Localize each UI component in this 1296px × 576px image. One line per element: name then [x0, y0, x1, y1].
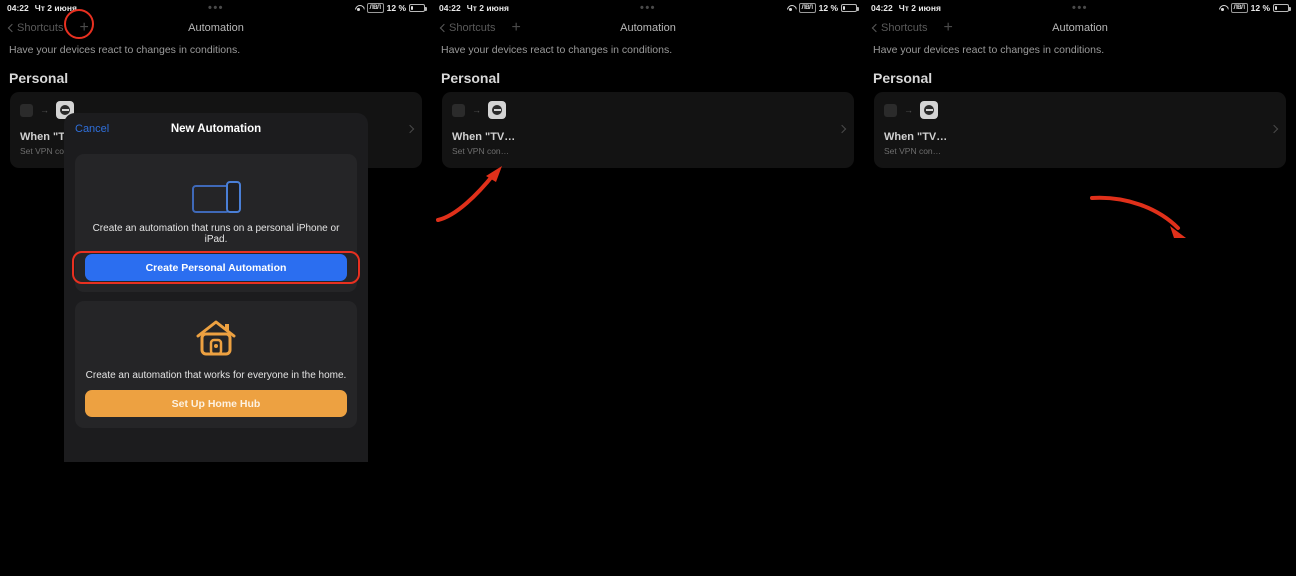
panel-step-3: 04:22 Чт 2 июня ••• ЛВЛ 12 % Shortcuts +…	[864, 0, 1296, 470]
automation-card-icons: →	[452, 101, 844, 119]
home-automation-description: Create an automation that works for ever…	[85, 370, 347, 381]
wifi-icon	[354, 4, 364, 12]
app-icon	[20, 104, 33, 117]
page-subtitle: Have your devices react to changes in co…	[0, 40, 432, 56]
wifi-icon	[1218, 4, 1228, 12]
automation-card-title: When "TV…	[884, 131, 1276, 143]
set-up-home-hub-button[interactable]: Set Up Home Hub	[85, 390, 347, 417]
sheet-title: New Automation	[64, 123, 368, 135]
arrow-right-icon: →	[904, 105, 913, 115]
ipad-icon	[192, 185, 230, 213]
arrow-right-icon: →	[40, 105, 49, 115]
nav-bar: Shortcuts + Automation	[864, 16, 1296, 40]
chevron-left-icon	[872, 24, 880, 32]
automation-card-subtitle: Set VPN con…	[452, 146, 844, 156]
section-title-personal: Personal	[864, 56, 1296, 92]
battery-percent: 12 %	[1251, 3, 1270, 13]
status-bar: 04:22 Чт 2 июня ••• ЛВЛ 12 %	[432, 0, 864, 16]
app-icon	[452, 104, 465, 117]
status-bar-right: ЛВЛ 12 %	[786, 3, 857, 13]
status-bar: 04:22 Чт 2 июня ••• ЛВЛ 12 %	[864, 0, 1296, 16]
lock-badge-icon: ЛВЛ	[799, 3, 816, 13]
back-label: Shortcuts	[449, 22, 495, 34]
back-to-shortcuts-button[interactable]: Shortcuts	[441, 22, 495, 34]
back-label: Shortcuts	[881, 22, 927, 34]
battery-percent: 12 %	[819, 3, 838, 13]
vpn-icon	[488, 101, 506, 119]
automation-card-icons: →	[884, 101, 1276, 119]
app-icon	[884, 104, 897, 117]
battery-icon	[1273, 4, 1289, 12]
create-personal-automation-button[interactable]: Create Personal Automation	[85, 254, 347, 281]
battery-percent: 12 %	[387, 3, 406, 13]
page-title: Automation	[432, 22, 864, 34]
add-automation-button[interactable]: +	[943, 21, 952, 35]
back-to-shortcuts-button[interactable]: Shortcuts	[9, 22, 63, 34]
new-automation-sheet: Cancel New Automation Create an automati…	[64, 113, 368, 462]
lock-badge-icon: ЛВЛ	[1231, 3, 1248, 13]
cancel-button[interactable]: Cancel	[75, 123, 109, 135]
back-to-shortcuts-button[interactable]: Shortcuts	[873, 22, 927, 34]
automation-card-title: When "TV…	[452, 131, 844, 143]
devices-icon	[85, 167, 347, 213]
vpn-icon	[920, 101, 938, 119]
status-bar-right: ЛВЛ 12 %	[1218, 3, 1289, 13]
nav-bar: Shortcuts + Automation	[432, 16, 864, 40]
wifi-icon	[786, 4, 796, 12]
status-bar: 04:22 Чт 2 июня ••• ЛВЛ 12 %	[0, 0, 432, 16]
page-title: Automation	[864, 22, 1296, 34]
page-subtitle: Have your devices react to changes in co…	[432, 40, 864, 56]
automation-card[interactable]: → When "TV… Set VPN con…	[874, 92, 1286, 168]
section-title-personal: Personal	[432, 56, 864, 92]
sheet-header: Cancel New Automation	[64, 113, 368, 145]
screenshot-stage: 04:22 Чт 2 июня ••• ЛВЛ 12 % Shortcuts +…	[0, 0, 1296, 576]
battery-icon	[841, 4, 857, 12]
chevron-left-icon	[8, 24, 16, 32]
automation-card-subtitle: Set VPN con…	[884, 146, 1276, 156]
back-label: Shortcuts	[17, 22, 63, 34]
automation-card[interactable]: → When "TV… Set VPN con…	[442, 92, 854, 168]
annotation-ring-add-button	[64, 9, 94, 39]
page-subtitle: Have your devices react to changes in co…	[864, 40, 1296, 56]
iphone-icon	[226, 181, 241, 213]
add-automation-button[interactable]: +	[511, 21, 520, 35]
personal-automation-description: Create an automation that runs on a pers…	[85, 223, 347, 245]
panel-step-1: 04:22 Чт 2 июня ••• ЛВЛ 12 % Shortcuts +…	[0, 0, 432, 470]
home-automation-card: Create an automation that works for ever…	[75, 301, 357, 428]
section-title-personal: Personal	[0, 56, 432, 92]
panel-step-2: 04:22 Чт 2 июня ••• ЛВЛ 12 % Shortcuts +…	[432, 0, 864, 470]
battery-icon	[409, 4, 425, 12]
home-icon	[85, 314, 347, 360]
chevron-left-icon	[440, 24, 448, 32]
arrow-right-icon: →	[472, 105, 481, 115]
personal-automation-card: Create an automation that runs on a pers…	[75, 154, 357, 292]
lock-badge-icon: ЛВЛ	[367, 3, 384, 13]
status-bar-right: ЛВЛ 12 %	[354, 3, 425, 13]
